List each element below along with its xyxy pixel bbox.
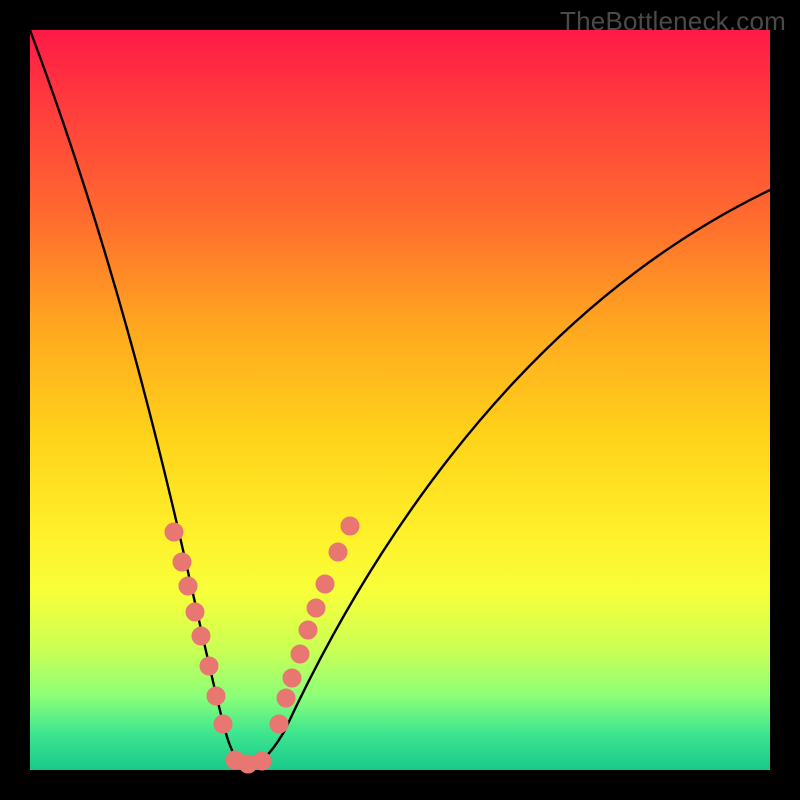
dots-right-group [270, 517, 359, 733]
data-dot [283, 669, 301, 687]
data-dot [253, 752, 271, 770]
data-dot [207, 687, 225, 705]
data-dot [329, 543, 347, 561]
chart-frame: TheBottleneck.com [0, 0, 800, 800]
data-dot [316, 575, 334, 593]
data-dot [214, 715, 232, 733]
dots-left-group [165, 523, 232, 733]
data-dot [186, 603, 204, 621]
data-dot [165, 523, 183, 541]
data-dot [200, 657, 218, 675]
data-dot [192, 627, 210, 645]
data-dot [277, 689, 295, 707]
dots-bottom-group [226, 751, 271, 773]
curve-svg [30, 30, 770, 770]
plot-area [30, 30, 770, 770]
data-dot [307, 599, 325, 617]
data-dot [291, 645, 309, 663]
data-dot [270, 715, 288, 733]
data-dot [179, 577, 197, 595]
bottleneck-curve [30, 30, 770, 766]
data-dot [173, 553, 191, 571]
data-dot [341, 517, 359, 535]
data-dot [299, 621, 317, 639]
